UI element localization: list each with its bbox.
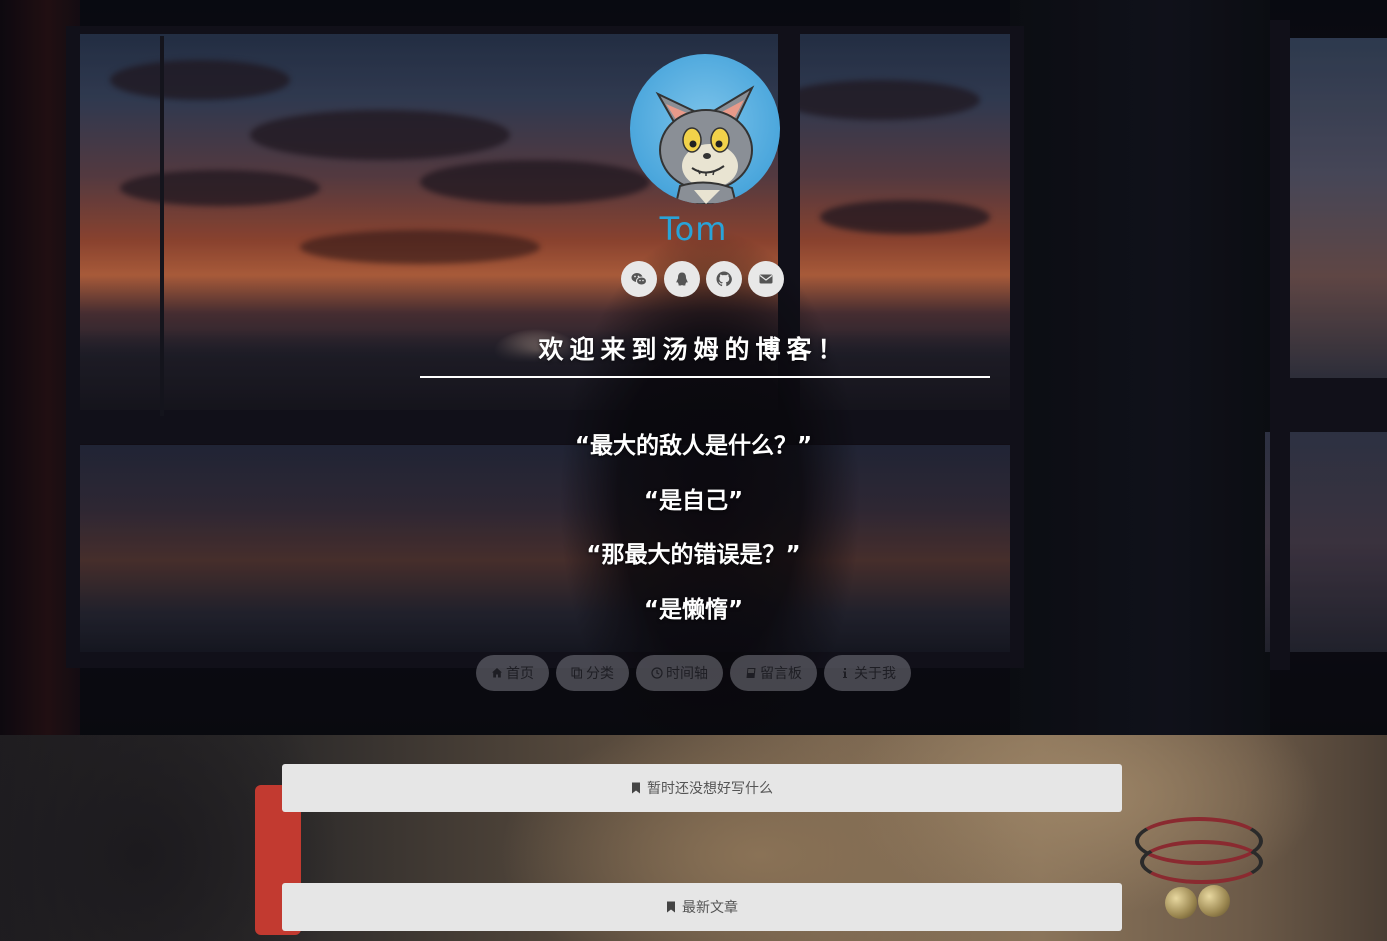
copy-icon [571, 667, 582, 679]
divider [420, 376, 990, 378]
profile-name: Tom [659, 210, 728, 248]
github-button[interactable] [706, 261, 742, 297]
nav-category-button[interactable]: 分类 [556, 655, 629, 691]
mail-icon [759, 274, 773, 284]
hero-banner: Tom 欢迎来到汤姆的博客！ “最大的敌人是什么？” “是自己” “那最大的错误… [0, 0, 1387, 735]
decorative-bell [1198, 885, 1230, 917]
card-label: 最新文章 [682, 900, 738, 916]
tom-cat-avatar-icon [655, 85, 755, 204]
card-label: 暂时还没想好写什么 [647, 781, 773, 797]
home-icon [492, 668, 502, 678]
wechat-button[interactable] [621, 261, 657, 297]
bookmark-icon [667, 901, 675, 913]
page: Tom 欢迎来到汤姆的博客！ “最大的敌人是什么？” “是自己” “那最大的错误… [0, 0, 1387, 941]
wechat-icon [631, 273, 647, 286]
nav-timeline-button[interactable]: 时间轴 [636, 655, 723, 691]
main-nav: 首页 分类 时间轴 留言板 关于我 [0, 655, 1387, 691]
qq-button[interactable] [664, 261, 700, 297]
nav-guestbook-button[interactable]: 留言板 [730, 655, 817, 691]
book-icon [746, 668, 756, 678]
nav-home-button[interactable]: 首页 [476, 655, 549, 691]
nav-label: 分类 [586, 666, 614, 682]
bookmark-icon [632, 782, 640, 794]
nav-label: 时间轴 [666, 666, 708, 682]
quote-line: “是懒惰” [643, 597, 744, 623]
welcome-heading: 欢迎来到汤姆的博客！ [538, 335, 849, 364]
decorative-anklet [1140, 840, 1263, 884]
nav-label: 关于我 [854, 666, 896, 682]
nav-about-button[interactable]: 关于我 [824, 655, 911, 691]
quote-line: “是自己” [643, 488, 744, 514]
qq-icon [676, 272, 688, 286]
clock-icon [651, 667, 663, 679]
decorative-bell [1165, 887, 1197, 919]
latest-posts-card[interactable]: 最新文章 [282, 883, 1122, 931]
social-links [621, 261, 791, 299]
info-icon [843, 668, 847, 678]
github-icon [716, 271, 732, 287]
quote-line: “那最大的错误是？” [586, 542, 801, 568]
avatar[interactable] [630, 54, 780, 204]
quote-line: “最大的敌人是什么？” [574, 433, 813, 459]
notice-card[interactable]: 暂时还没想好写什么 [282, 764, 1122, 812]
nav-label: 留言板 [760, 666, 802, 682]
email-button[interactable] [748, 261, 784, 297]
nav-label: 首页 [506, 666, 534, 682]
